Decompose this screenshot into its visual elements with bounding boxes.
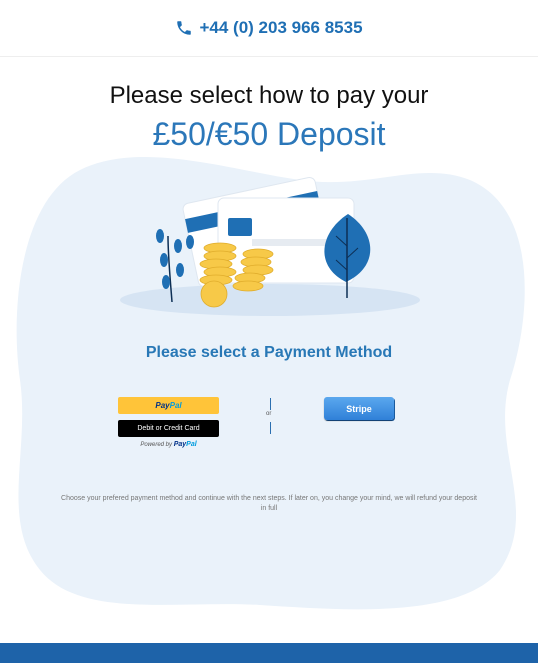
paypal-pay-text: Pay: [155, 401, 170, 410]
top-bar: +44 (0) 203 966 8535: [0, 0, 538, 57]
phone-icon: [177, 21, 192, 35]
page-title-line1: Please select how to pay your: [109, 82, 429, 109]
footer-bar: [0, 643, 538, 663]
stripe-button[interactable]: Stripe: [324, 397, 394, 420]
divider-top: [270, 398, 271, 410]
paypal-pal-text: Pal: [169, 401, 182, 410]
powered-paypal-logo: PayPal: [174, 441, 197, 448]
debit-credit-card-button[interactable]: Debit or Credit Card: [118, 420, 219, 437]
phone-link[interactable]: +44 (0) 203 966 8535: [175, 18, 363, 38]
card-button-label: Debit or Credit Card: [137, 425, 200, 432]
or-label: or: [266, 411, 272, 417]
powered-pal-text: Pal: [186, 441, 197, 448]
payment-method-title: Please select a Payment Method: [145, 344, 393, 361]
powered-by-paypal: Powered by PayPal: [118, 441, 219, 448]
payment-illustration: [120, 177, 420, 316]
stripe-button-label: Stripe: [346, 403, 372, 414]
phone-number: +44 (0) 203 966 8535: [199, 18, 363, 37]
divider-bottom: [270, 422, 271, 434]
powered-by-text: Powered by: [140, 442, 173, 448]
refund-note: Choose your prefered payment method and …: [61, 495, 477, 512]
paypal-button[interactable]: Pay Pal: [118, 397, 219, 414]
powered-pay-text: Pay: [173, 441, 187, 448]
page-title-deposit: £50/€50 Deposit: [152, 116, 386, 152]
